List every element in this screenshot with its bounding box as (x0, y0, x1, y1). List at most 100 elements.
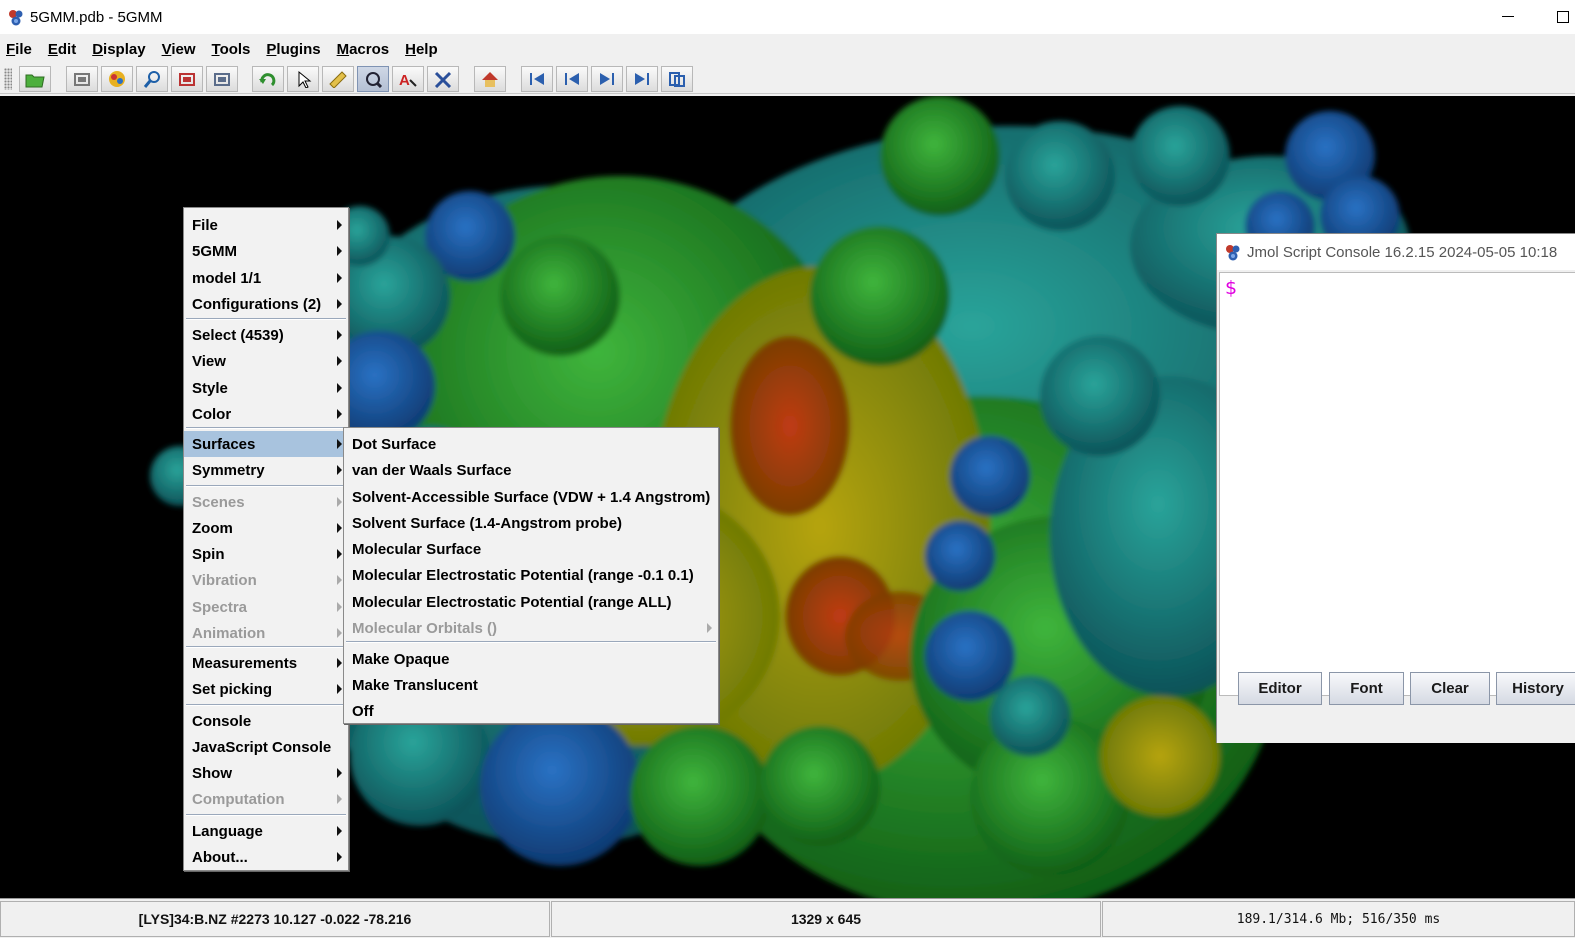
menu-separator (186, 814, 346, 816)
menu-separator (186, 646, 346, 648)
surface-item-van-der-waals-surface[interactable]: van der Waals Surface (344, 457, 718, 483)
history-button[interactable]: History (1496, 672, 1575, 705)
submenu-arrow-icon (337, 383, 342, 393)
first-frame-button[interactable] (521, 66, 553, 92)
translate-button[interactable] (427, 66, 459, 92)
rotate-button[interactable] (252, 66, 284, 92)
submenu-arrow-icon (337, 356, 342, 366)
menu-separator (186, 427, 346, 429)
popup-item-spin[interactable]: Spin (184, 541, 348, 567)
surface-item-dot-surface[interactable]: Dot Surface (344, 431, 718, 457)
popup-item-javascript-console[interactable]: JavaScript Console (184, 734, 348, 760)
editor-button[interactable]: Editor (1238, 672, 1322, 705)
surface-item-molecular-surface[interactable]: Molecular Surface (344, 536, 718, 562)
menu-help[interactable]: Help (405, 41, 438, 58)
popup-item-measurements[interactable]: Measurements (184, 650, 348, 676)
popup-item-configurations-2[interactable]: Configurations (2) (184, 291, 348, 317)
popup-item-about[interactable]: About... (184, 844, 348, 870)
surface-item-molecular-electrostatic-potential-range-all[interactable]: Molecular Electrostatic Potential (range… (344, 589, 718, 615)
menu-file[interactable]: File (6, 41, 32, 58)
font-button[interactable]: Font (1329, 672, 1404, 705)
popup-item-label: Computation (192, 790, 285, 808)
zoom-rotate-button[interactable] (357, 66, 389, 92)
menu-display[interactable]: Display (92, 41, 145, 58)
console-prompt: $ (1225, 277, 1238, 299)
menu-macros[interactable]: Macros (337, 41, 390, 58)
surface-item-solvent-accessible-surface-vdw-1-4-angstrom[interactable]: Solvent-Accessible Surface (VDW + 1.4 An… (344, 484, 718, 510)
popup-item-file[interactable]: File (184, 212, 348, 238)
menu-edit[interactable]: Edit (48, 41, 76, 58)
popup-item-select-4539[interactable]: Select (4539) (184, 322, 348, 348)
popup-item-label: Show (192, 764, 232, 782)
first-frame-icon (530, 73, 544, 85)
popup-item-color[interactable]: Color (184, 401, 348, 427)
surface-item-molecular-electrostatic-potential-range-0-1-0-1[interactable]: Molecular Electrostatic Potential (range… (344, 562, 718, 588)
popup-item-style[interactable]: Style (184, 375, 348, 401)
open-button[interactable] (19, 66, 51, 92)
pick-button[interactable] (287, 66, 319, 92)
surface-item-make-opaque[interactable]: Make Opaque (344, 646, 718, 672)
menu-label: lugins (276, 40, 321, 58)
menu-bar: File Edit Display View Tools Plugins Macros Hel… (0, 36, 1575, 62)
console-title-bar: Jmol Script Console 16.2.15 2024-05-05 1… (1217, 234, 1575, 270)
last-frame-button[interactable] (626, 66, 658, 92)
clear-button[interactable]: Clear (1410, 672, 1490, 705)
submenu-arrow-icon (337, 220, 342, 230)
povray-button[interactable] (101, 66, 133, 92)
menu-mnemonic: H (405, 40, 416, 58)
home-icon (482, 72, 498, 87)
label-button[interactable]: A (392, 66, 424, 92)
surface-item-make-translucent[interactable]: Make Translucent (344, 672, 718, 698)
console-input-area[interactable]: $ (1219, 272, 1575, 696)
popup-item-zoom[interactable]: Zoom (184, 515, 348, 541)
prev-frame-button[interactable] (556, 66, 588, 92)
submenu-arrow-icon (337, 273, 342, 283)
title-bar: 5GMM.pdb - 5GMM (0, 0, 1575, 34)
print-button[interactable] (206, 66, 238, 92)
ruler-button[interactable] (322, 66, 354, 92)
popup-item-label: Style (192, 379, 228, 397)
screenshot-button[interactable] (66, 66, 98, 92)
submenu-arrow-icon (337, 794, 342, 804)
home-button[interactable] (474, 66, 506, 92)
popup-item-label: Spectra (192, 598, 248, 616)
submenu-arrow-icon (337, 330, 342, 340)
surface-item-solvent-surface-1-4-angstrom-probe[interactable]: Solvent Surface (1.4-Angstrom probe) (344, 510, 718, 536)
surface-item-off[interactable]: Off (344, 698, 718, 724)
menu-view[interactable]: View (162, 41, 196, 58)
menu-mnemonic: T (211, 40, 220, 58)
minimize-button[interactable] (1485, 0, 1531, 34)
popup-item-set-picking[interactable]: Set picking (184, 676, 348, 702)
popup-item-label: Language (192, 822, 263, 840)
menu-tools[interactable]: Tools (212, 41, 251, 58)
popup-item-5gmm[interactable]: 5GMM (184, 238, 348, 264)
toolbar-grip[interactable] (4, 68, 12, 90)
popup-item-spectra: Spectra (184, 594, 348, 620)
script-console: Jmol Script Console 16.2.15 2024-05-05 1… (1216, 233, 1575, 743)
next-frame-button[interactable] (591, 66, 623, 92)
rotate-icon (259, 73, 276, 87)
submenu-arrow-icon (337, 246, 342, 256)
export-button[interactable] (171, 66, 203, 92)
popup-item-label: 5GMM (192, 242, 237, 260)
popup-item-surfaces[interactable]: Surfaces (184, 431, 348, 457)
menu-plugins[interactable]: Plugins (266, 41, 320, 58)
popup-item-view[interactable]: View (184, 348, 348, 374)
surface-item-label: van der Waals Surface (352, 461, 512, 479)
popup-item-console[interactable]: Console (184, 708, 348, 734)
menu-label: elp (415, 40, 438, 58)
export-icon (179, 73, 195, 86)
popup-item-symmetry[interactable]: Symmetry (184, 457, 348, 483)
popup-item-label: Vibration (192, 571, 257, 589)
popup-item-computation: Computation (184, 786, 348, 812)
rewind-button[interactable] (661, 66, 693, 92)
popup-item-label: Set picking (192, 680, 273, 698)
popup-item-language[interactable]: Language (184, 818, 348, 844)
popup-item-label: Spin (192, 545, 225, 563)
povray-icon (109, 71, 125, 87)
popup-item-show[interactable]: Show (184, 760, 348, 786)
magnifier-button[interactable] (136, 66, 168, 92)
popup-menu: File 5GMM model 1/1 Configurations (2) Selec… (183, 207, 349, 871)
maximize-button[interactable] (1540, 0, 1575, 34)
popup-item-model-1-1[interactable]: model 1/1 (184, 265, 348, 291)
